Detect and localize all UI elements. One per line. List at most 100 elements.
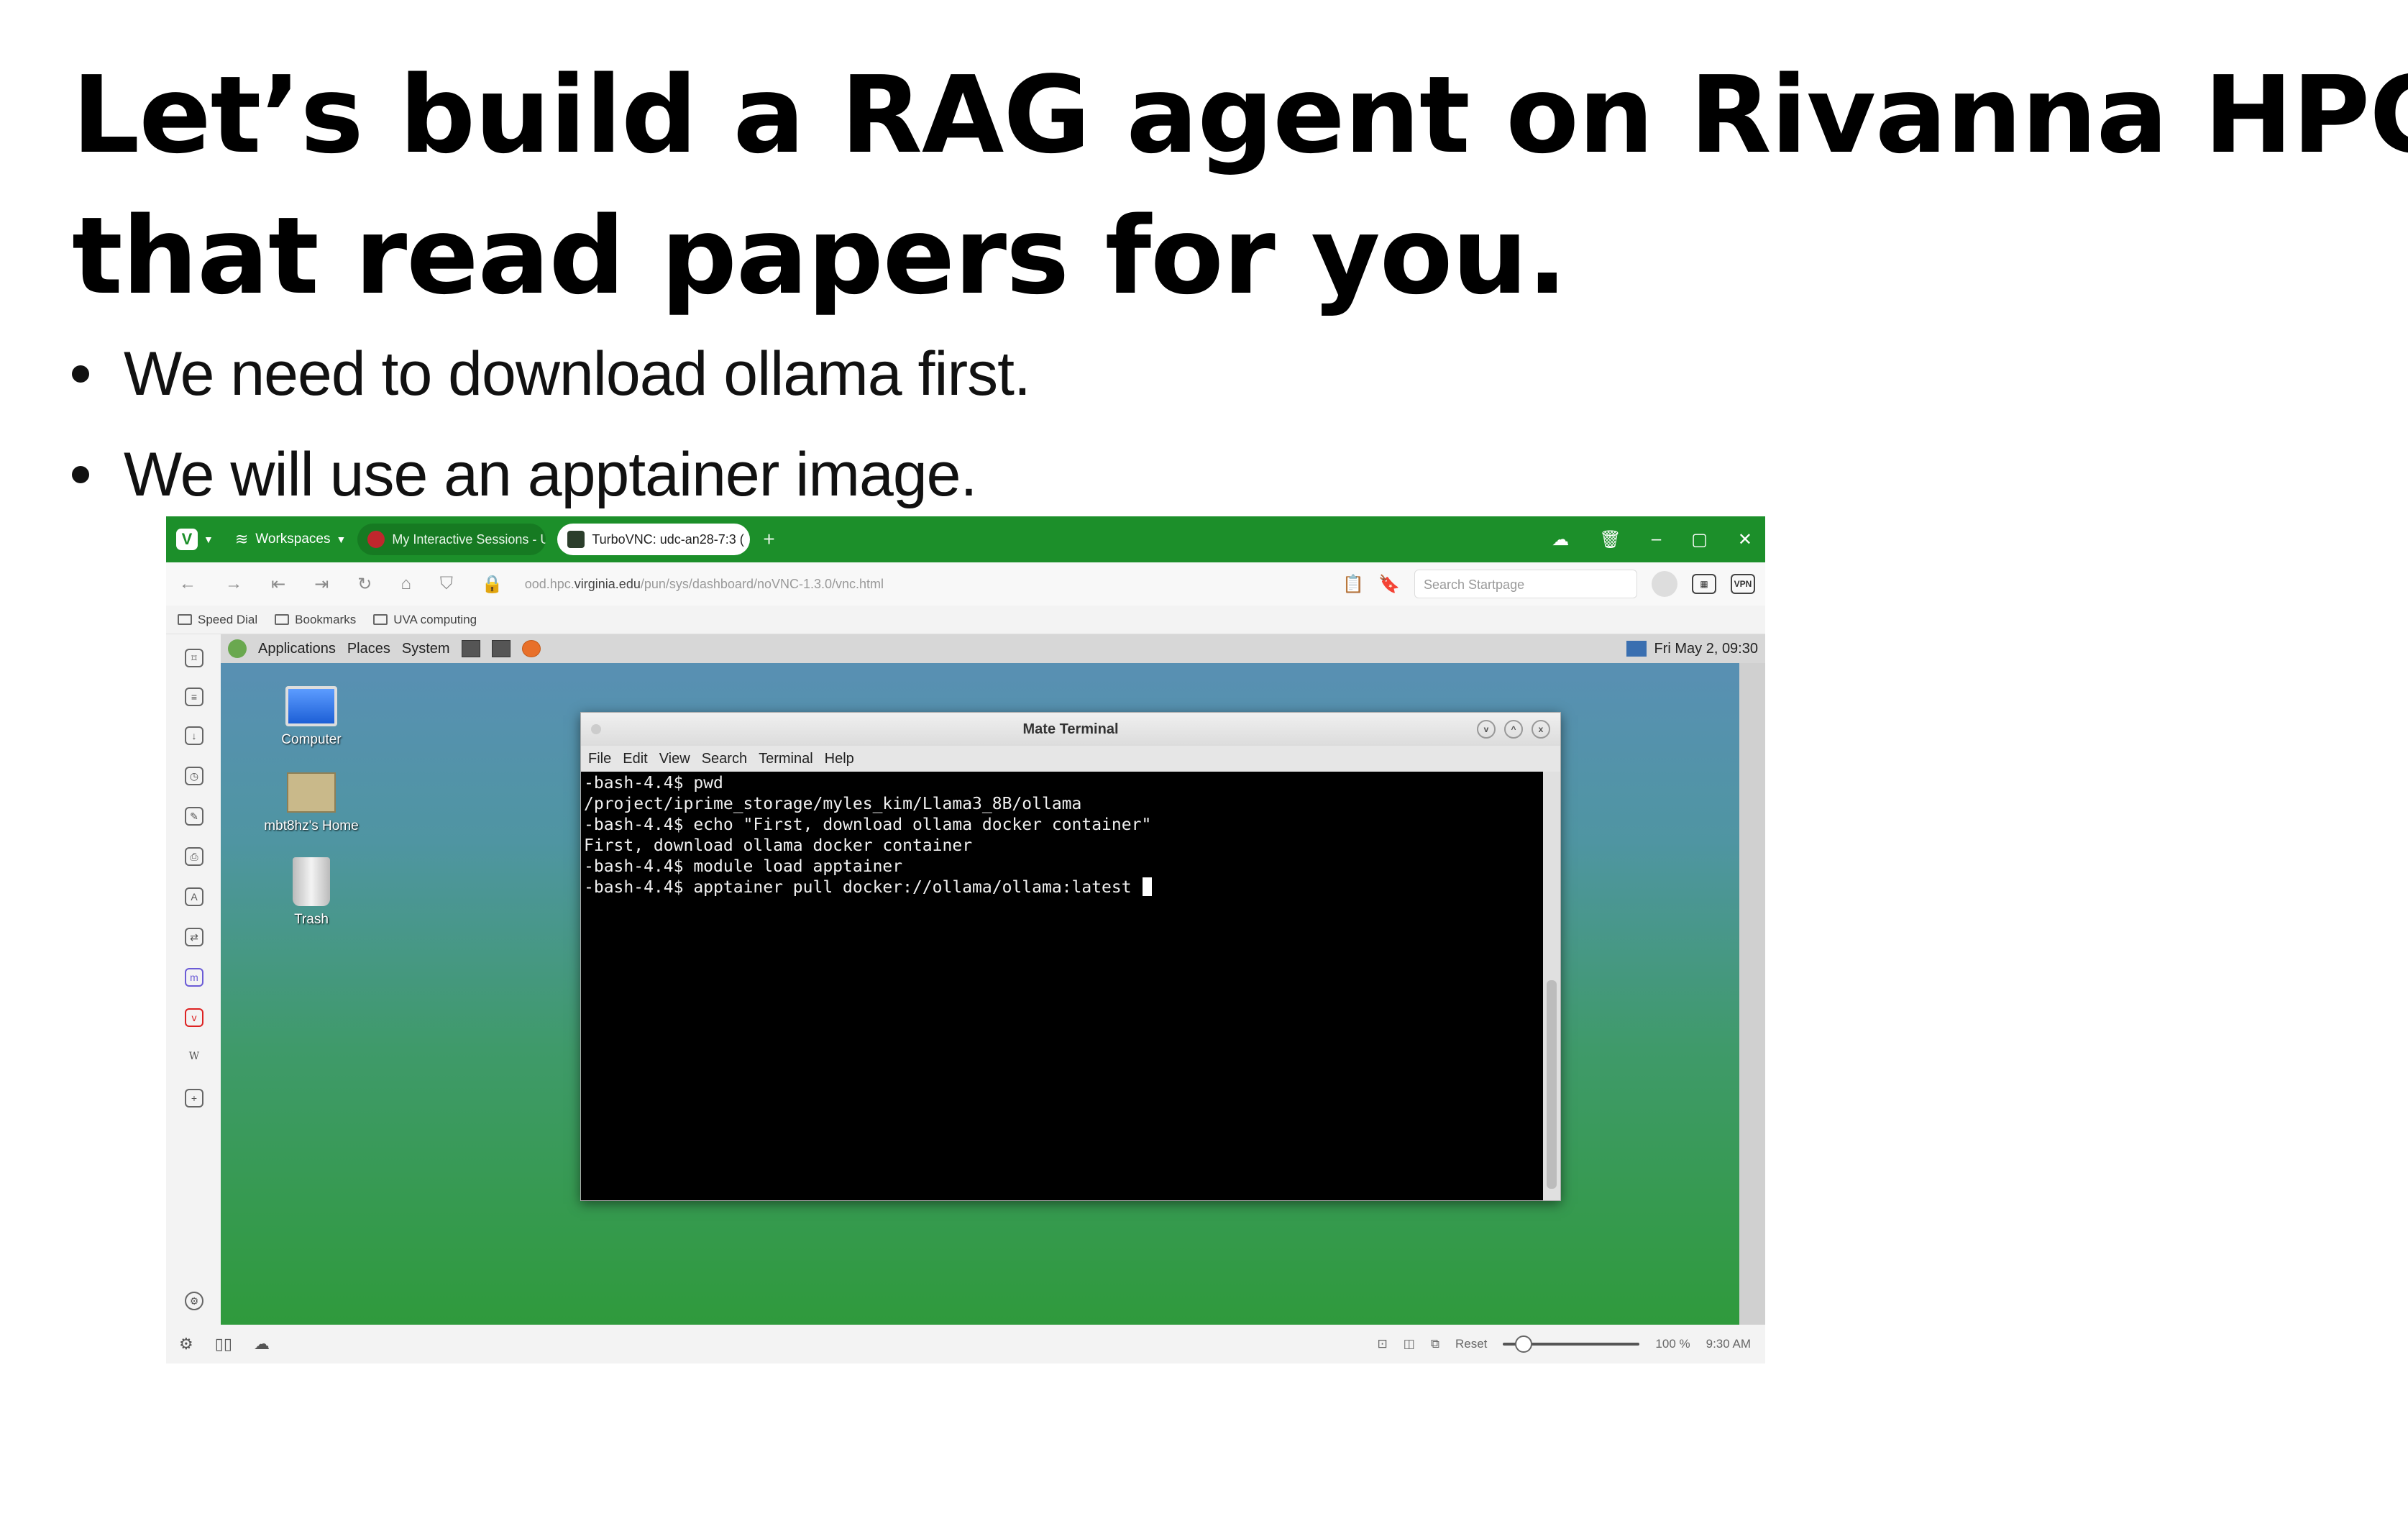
chevron-down-icon: ▼ — [336, 534, 347, 545]
url-text[interactable]: ood.hpc.virginia.edu/pun/sys/dashboard/n… — [525, 577, 884, 592]
bookmark-uva-computing[interactable]: UVA computing — [373, 613, 477, 627]
minimize-icon[interactable]: – — [1652, 529, 1661, 549]
network-icon[interactable] — [1626, 641, 1647, 657]
address-bar: ← → ⇤ ⇥ ↻ ⌂ ⛉ 🔒 ood.hpc.virginia.edu/pun… — [166, 562, 1765, 606]
fast-forward-icon[interactable]: ⇥ — [314, 574, 329, 595]
status-bar-right-tools: ⊡ ◫ ⧉ Reset 100 % 9:30 AM — [1378, 1325, 1751, 1364]
vnc-favicon-icon — [567, 531, 585, 548]
reload-icon[interactable]: ↻ — [357, 574, 372, 595]
bookmark-icon[interactable]: 🔖 — [1378, 574, 1400, 595]
menu-file[interactable]: File — [588, 751, 611, 767]
scrollbar-thumb[interactable] — [1547, 980, 1557, 1189]
wikipedia-icon[interactable]: W — [185, 1049, 203, 1067]
bullet-text: We need to download ollama first. — [124, 339, 1031, 408]
terminal-launcher-icon[interactable] — [491, 640, 511, 657]
browser-tab-bar: V ▼ ≋ Workspaces ▼ My Interactive Sessio… — [166, 516, 1765, 562]
url-prefix: ood.hpc. — [524, 576, 574, 591]
settings-gear-icon[interactable]: ⚙ — [179, 1335, 193, 1353]
lock-icon: 🔒 — [481, 574, 503, 594]
cloud-icon[interactable]: ☁ — [254, 1335, 270, 1353]
sync-icon[interactable]: ⇄ — [185, 928, 203, 946]
search-input[interactable]: Search Startpage — [1414, 570, 1637, 598]
desktop-icon-home[interactable]: mbt8hz's Home — [254, 772, 369, 834]
desktop-icon-trash[interactable]: Trash — [254, 857, 369, 928]
terminal-line: -bash-4.4$ apptainer pull docker://ollam… — [584, 878, 1142, 897]
file-manager-launcher-icon[interactable] — [461, 640, 480, 657]
page-actions-icon[interactable]: ⧉ — [1431, 1337, 1439, 1351]
workspaces-button[interactable]: ≋ Workspaces ▼ — [235, 530, 346, 549]
clipboard-icon[interactable]: 📋 — [1342, 574, 1364, 595]
extensions-icon[interactable]: ▦ — [1692, 574, 1716, 594]
minimize-icon[interactable]: v — [1477, 720, 1496, 739]
menu-help[interactable]: Help — [825, 751, 854, 767]
terminal-window[interactable]: Mate Terminal v ^ x File Edit View Searc… — [580, 712, 1561, 1201]
zoom-slider[interactable] — [1503, 1335, 1640, 1353]
shield-icon[interactable]: ⛉ — [440, 574, 453, 594]
layers-icon: ≋ — [234, 530, 249, 548]
menu-view[interactable]: View — [659, 751, 690, 767]
terminal-line: -bash-4.4$ pwd — [584, 774, 723, 793]
trash-icon[interactable]: 🗑 — [1599, 529, 1621, 550]
downloads-icon[interactable]: ↓ — [185, 726, 203, 745]
terminal-output[interactable]: -bash-4.4$ pwd/project/iprime_storage/my… — [581, 772, 1544, 1200]
forward-arrow-icon[interactable]: → — [225, 574, 242, 594]
terminal-scrollbar[interactable] — [1543, 772, 1560, 1200]
close-icon[interactable]: ✕ — [1738, 529, 1752, 550]
bookmark-label: UVA computing — [393, 612, 477, 626]
speed-dial-icon — [178, 614, 192, 625]
printer-icon[interactable]: ⎙ — [185, 847, 203, 866]
profile-avatar-icon[interactable] — [1652, 571, 1677, 597]
vivaldi-logo-icon[interactable]: V — [176, 529, 198, 550]
reading-list-icon[interactable]: ≡ — [185, 688, 203, 706]
zoom-slider-knob[interactable] — [1514, 1335, 1532, 1353]
menu-applications[interactable]: Applications — [258, 641, 336, 657]
bookmark-speed-dial[interactable]: Speed Dial — [178, 613, 257, 627]
settings-gear-icon[interactable]: ⚙ — [185, 1292, 203, 1310]
folder-icon — [275, 614, 290, 625]
vpn-button[interactable]: VPN — [1731, 574, 1755, 594]
page-tiling-icon[interactable]: ◫ — [1404, 1337, 1415, 1351]
remote-desktop[interactable]: Applications Places System Fri May 2, 09… — [221, 634, 1765, 1325]
tile-tabs-icon[interactable]: ▯▯ — [215, 1335, 232, 1353]
mate-top-panel: Applications Places System Fri May 2, 09… — [221, 634, 1765, 663]
window-menu-icon[interactable] — [591, 724, 601, 734]
menu-search[interactable]: Search — [702, 751, 747, 767]
home-icon[interactable]: ⌂ — [400, 574, 411, 594]
desktop-icon-computer[interactable]: Computer — [254, 686, 369, 748]
new-tab-plus-icon[interactable]: + — [763, 528, 774, 551]
menu-terminal[interactable]: Terminal — [759, 751, 813, 767]
add-panel-icon[interactable]: + — [185, 1089, 203, 1108]
bookmark-bookmarks[interactable]: Bookmarks — [275, 613, 356, 627]
back-arrow-icon[interactable]: ← — [179, 574, 196, 594]
browser-side-panel: ⌑ ≡ ↓ ◷ ✎ ⎙ A ⇄ m v W + ⚙ — [166, 634, 221, 1325]
status-bar-left-tools: ⚙ ▯▯ ☁ — [179, 1335, 270, 1353]
firefox-launcher-icon[interactable] — [521, 640, 541, 657]
translate-icon[interactable]: A — [185, 887, 203, 906]
clock-text: Fri May 2, 09:30 — [1654, 641, 1758, 657]
window-controls: ☁ 🗑 – ▢ ✕ — [1552, 516, 1752, 562]
maximize-icon[interactable]: ^ — [1504, 720, 1523, 739]
menu-system[interactable]: System — [402, 641, 450, 657]
computer-icon — [285, 686, 337, 726]
chevron-down-icon[interactable]: ▼ — [203, 534, 214, 545]
cloud-sync-icon[interactable]: ☁ — [1552, 529, 1569, 550]
url-host: virginia.edu — [574, 576, 641, 591]
rewind-icon[interactable]: ⇤ — [271, 574, 285, 595]
terminal-titlebar[interactable]: Mate Terminal v ^ x — [581, 713, 1560, 746]
menu-places[interactable]: Places — [347, 641, 390, 657]
close-icon[interactable]: x — [1532, 720, 1550, 739]
bookmarks-panel-icon[interactable]: ⌑ — [185, 649, 203, 667]
tab-interactive-sessions[interactable]: My Interactive Sessions - U — [357, 524, 546, 555]
history-icon[interactable]: ◷ — [185, 767, 203, 785]
panel-clock[interactable]: Fri May 2, 09:30 — [1626, 634, 1758, 663]
tab-turbovnc[interactable]: TurboVNC: udc-an28-7:3 ( — [557, 524, 751, 555]
capture-icon[interactable]: ⊡ — [1378, 1337, 1388, 1351]
slide-title-line-2: that read papers for you. — [72, 194, 1567, 318]
vivaldi-icon[interactable]: v — [185, 1008, 203, 1027]
home-folder-icon — [287, 772, 336, 813]
mastodon-icon[interactable]: m — [185, 968, 203, 987]
zoom-reset-button[interactable]: Reset — [1455, 1337, 1487, 1351]
restore-icon[interactable]: ▢ — [1691, 529, 1708, 550]
notes-icon[interactable]: ✎ — [185, 807, 203, 826]
menu-edit[interactable]: Edit — [623, 751, 647, 767]
